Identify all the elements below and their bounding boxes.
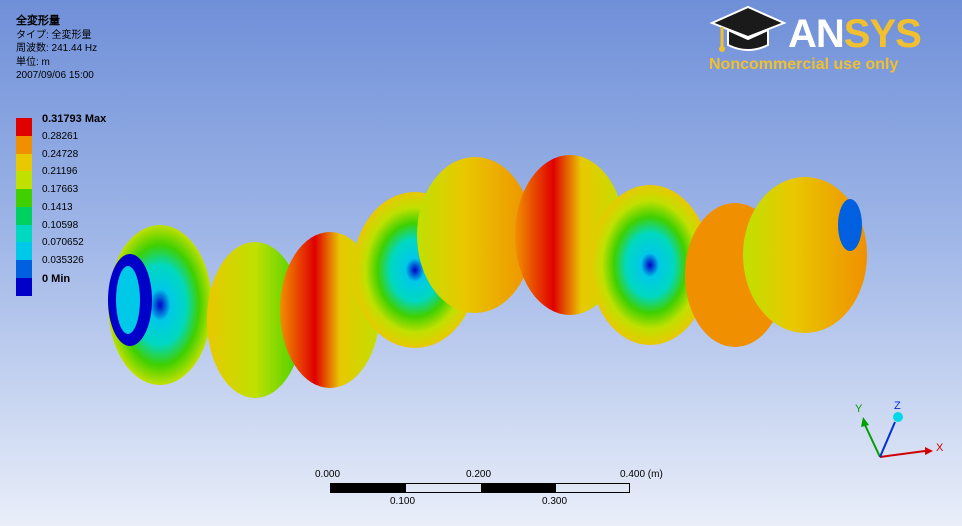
scale-label: 0.000 [315, 469, 341, 480]
axis-triad[interactable]: X Y Z [840, 395, 950, 470]
scale-label: 0.100 [390, 496, 416, 507]
axis-y-label: Y [855, 403, 863, 415]
scale-label: 0.200 [466, 469, 492, 480]
deformed-model-viewport[interactable] [0, 0, 962, 526]
scale-track [330, 483, 630, 493]
model-lobe [116, 266, 140, 334]
scale-label: 0.300 [542, 496, 568, 507]
axis-x-label: X [936, 442, 944, 454]
scale-bar: 0.000 0.200 0.400 (m) 0.100 0.300 [300, 466, 663, 516]
axis-z-label: Z [894, 400, 901, 412]
model-lobe [838, 199, 862, 251]
scale-label: 0.400 (m) [620, 469, 663, 480]
